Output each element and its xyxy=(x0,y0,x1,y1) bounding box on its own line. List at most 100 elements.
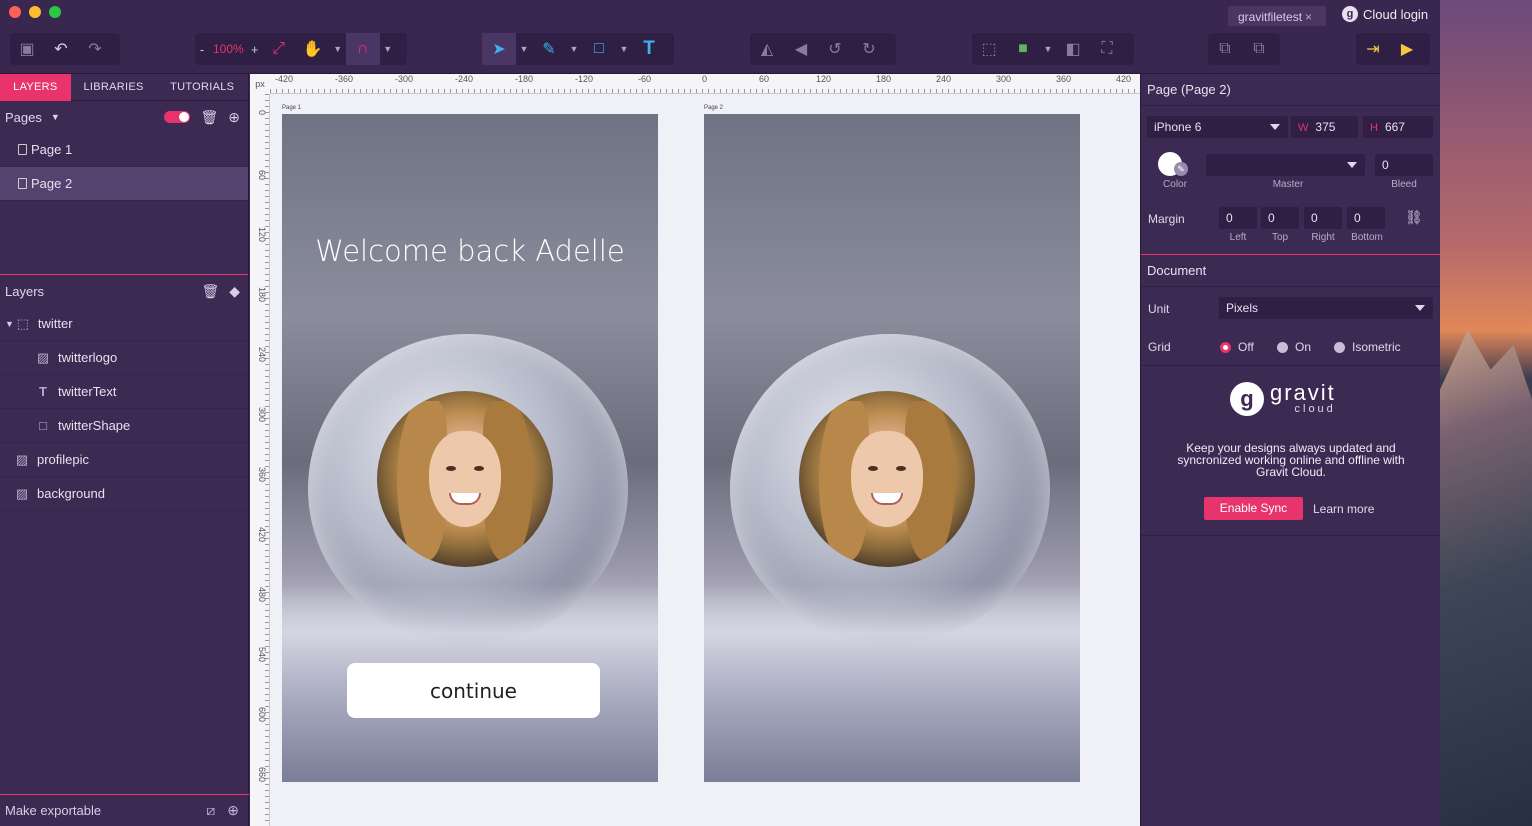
page-item-2[interactable]: Page 2 xyxy=(0,167,248,201)
redo-button[interactable]: ↷ xyxy=(78,33,112,65)
tab-layers[interactable]: LAYERS xyxy=(0,74,71,101)
margin-top-input[interactable]: 0 xyxy=(1261,207,1299,229)
continue-button[interactable]: continue xyxy=(347,663,600,718)
layer-item-profilepic[interactable]: ▨ profilepic xyxy=(0,443,248,477)
ruler-tick-label: 360 xyxy=(1056,74,1072,84)
group-button[interactable]: ⬚ xyxy=(972,33,1006,65)
cloud-login-button[interactable]: g Cloud login xyxy=(1342,5,1428,23)
layer-item-twitterlogo[interactable]: ▨ twitterlogo xyxy=(0,341,248,375)
margin-bottom-input[interactable]: 0 xyxy=(1347,207,1385,229)
rotate-right-icon: ↻ xyxy=(862,41,876,58)
undo-button[interactable]: ↶ xyxy=(44,33,78,65)
layer-item-twitter[interactable]: ▼ ⬚ twitter xyxy=(0,307,248,341)
window-maximize-button[interactable] xyxy=(49,6,61,18)
unit-select[interactable]: Pixels xyxy=(1219,297,1433,319)
add-layer-icon[interactable]: ◆ xyxy=(229,283,240,300)
bleed-input[interactable]: 0 xyxy=(1375,154,1433,176)
text-tool-button[interactable]: T xyxy=(632,33,666,65)
symbol-button[interactable]: ⛶ xyxy=(1090,33,1124,65)
chevron-down-icon xyxy=(1270,124,1280,130)
bring-forward-button[interactable]: ⧉ xyxy=(1208,33,1242,65)
add-export-icon[interactable]: ⊕ xyxy=(227,802,239,819)
horizontal-ruler[interactable]: -420 -360 -300 -240 -180 -120 -60 0 60 1… xyxy=(270,74,1140,94)
layer-item-twittershape[interactable]: □ twitterShape xyxy=(0,409,248,443)
document-tab[interactable]: gravitfiletest × xyxy=(1228,6,1326,28)
ruler-tick-label: 60 xyxy=(257,170,267,181)
profile-picture[interactable] xyxy=(377,391,553,567)
export-button[interactable]: ⇥ xyxy=(1356,33,1390,65)
width-input[interactable]: W 375 xyxy=(1291,116,1358,138)
snapping-button[interactable]: ∩ xyxy=(345,33,380,65)
snapping-dropdown[interactable]: ▼ xyxy=(380,33,396,65)
artboard-page2[interactable] xyxy=(704,114,1080,782)
delete-page-icon[interactable]: 🗑 xyxy=(200,109,218,126)
pages-toggle[interactable] xyxy=(164,111,191,123)
export-slice-icon[interactable]: ⧄ xyxy=(206,802,215,819)
profile-picture[interactable] xyxy=(799,391,975,567)
undo-icon: ↶ xyxy=(54,41,68,58)
chevron-down-icon: ▼ xyxy=(383,44,393,54)
ruler-unit[interactable]: px xyxy=(250,74,270,94)
flip-vertical-button[interactable]: ◀ xyxy=(784,33,818,65)
ruler-tick-label: 180 xyxy=(257,287,267,303)
flip-horizontal-button[interactable]: ◭ xyxy=(750,33,784,65)
hand-tool-button[interactable]: ✋ xyxy=(296,33,330,65)
artboard-page1[interactable]: Welcome back Adelle continue xyxy=(282,114,658,782)
zoom-in-button[interactable]: + xyxy=(248,42,262,57)
export-icon: ⇥ xyxy=(1366,41,1380,58)
pointer-tool-button[interactable]: ➤ xyxy=(482,33,516,65)
face xyxy=(429,431,501,527)
hand-dropdown[interactable]: ▼ xyxy=(330,33,346,65)
fit-screen-button[interactable]: ⤢ xyxy=(262,33,296,65)
pen-dropdown[interactable]: ▼ xyxy=(566,33,582,65)
expand-icon[interactable]: ▼ xyxy=(5,319,14,329)
rotate-left-button[interactable]: ↺ xyxy=(818,33,852,65)
app-window: gravitfiletest × g Cloud login ▣ ↶ ↷ - 10… xyxy=(0,0,1440,826)
link-margins-icon[interactable]: ⛓ xyxy=(1405,209,1423,226)
delete-layer-icon[interactable]: 🗑 xyxy=(201,283,219,300)
make-exportable-label[interactable]: Make exportable xyxy=(5,803,101,818)
master-select[interactable] xyxy=(1206,154,1365,176)
artboard-label-page2: Page 2 xyxy=(704,105,724,111)
boolean-dropdown[interactable]: ▼ xyxy=(1040,33,1056,65)
vertical-ruler[interactable]: 0 60 120 180 240 300 360 420 480 540 600… xyxy=(250,94,270,826)
height-input[interactable]: H 667 xyxy=(1363,116,1433,138)
welcome-text[interactable]: Welcome back Adelle xyxy=(282,234,658,268)
save-button[interactable]: ▣ xyxy=(10,33,44,65)
margin-left-input[interactable]: 0 xyxy=(1219,207,1257,229)
rectangle-tool-button[interactable]: □ xyxy=(582,33,616,65)
zoom-out-button[interactable]: - xyxy=(195,42,209,57)
page-item-label: Page 2 xyxy=(31,175,73,191)
boolean-button[interactable]: ■ xyxy=(1006,33,1040,65)
layer-item-background[interactable]: ▨ background xyxy=(0,477,248,511)
eyedropper-icon[interactable]: ✎ xyxy=(1174,162,1188,176)
canvas[interactable]: px -420 -360 -300 -240 -180 -120 -60 0 6… xyxy=(250,74,1140,826)
window-minimize-button[interactable] xyxy=(29,6,41,18)
pages-dropdown-icon[interactable]: ▼ xyxy=(51,112,60,122)
pointer-dropdown[interactable]: ▼ xyxy=(516,33,532,65)
grid-off-radio[interactable]: Off xyxy=(1220,340,1254,354)
device-select[interactable]: iPhone 6 xyxy=(1147,116,1288,138)
page-item-1[interactable]: Page 1 xyxy=(0,133,248,167)
zoom-level[interactable]: 100% xyxy=(209,42,248,56)
close-tab-icon[interactable]: × xyxy=(1305,10,1312,24)
send-backward-button[interactable]: ⧉ xyxy=(1242,33,1276,65)
layer-item-twittertext[interactable]: T twitterText xyxy=(0,375,248,409)
rotate-right-button[interactable]: ↻ xyxy=(852,33,886,65)
margin-right-input[interactable]: 0 xyxy=(1304,207,1342,229)
left-eye xyxy=(446,466,456,471)
flip-horizontal-icon: ◭ xyxy=(760,41,774,58)
pen-tool-button[interactable]: ✎ xyxy=(532,33,566,65)
tab-libraries[interactable]: LIBRARIES xyxy=(71,74,157,101)
enable-sync-button[interactable]: Enable Sync xyxy=(1204,497,1303,520)
window-close-button[interactable] xyxy=(9,6,21,18)
grid-isometric-radio[interactable]: Isometric xyxy=(1334,340,1401,354)
ruler-tick-label: -360 xyxy=(335,74,354,84)
grid-on-radio[interactable]: On xyxy=(1277,340,1311,354)
mask-button[interactable]: ◧ xyxy=(1056,33,1090,65)
shape-dropdown[interactable]: ▼ xyxy=(616,33,632,65)
learn-more-link[interactable]: Learn more xyxy=(1313,502,1374,516)
tab-tutorials[interactable]: TUTORIALS xyxy=(156,74,248,101)
add-page-icon[interactable]: ⊕ xyxy=(228,109,240,126)
preview-button[interactable]: ▶ xyxy=(1390,33,1424,65)
